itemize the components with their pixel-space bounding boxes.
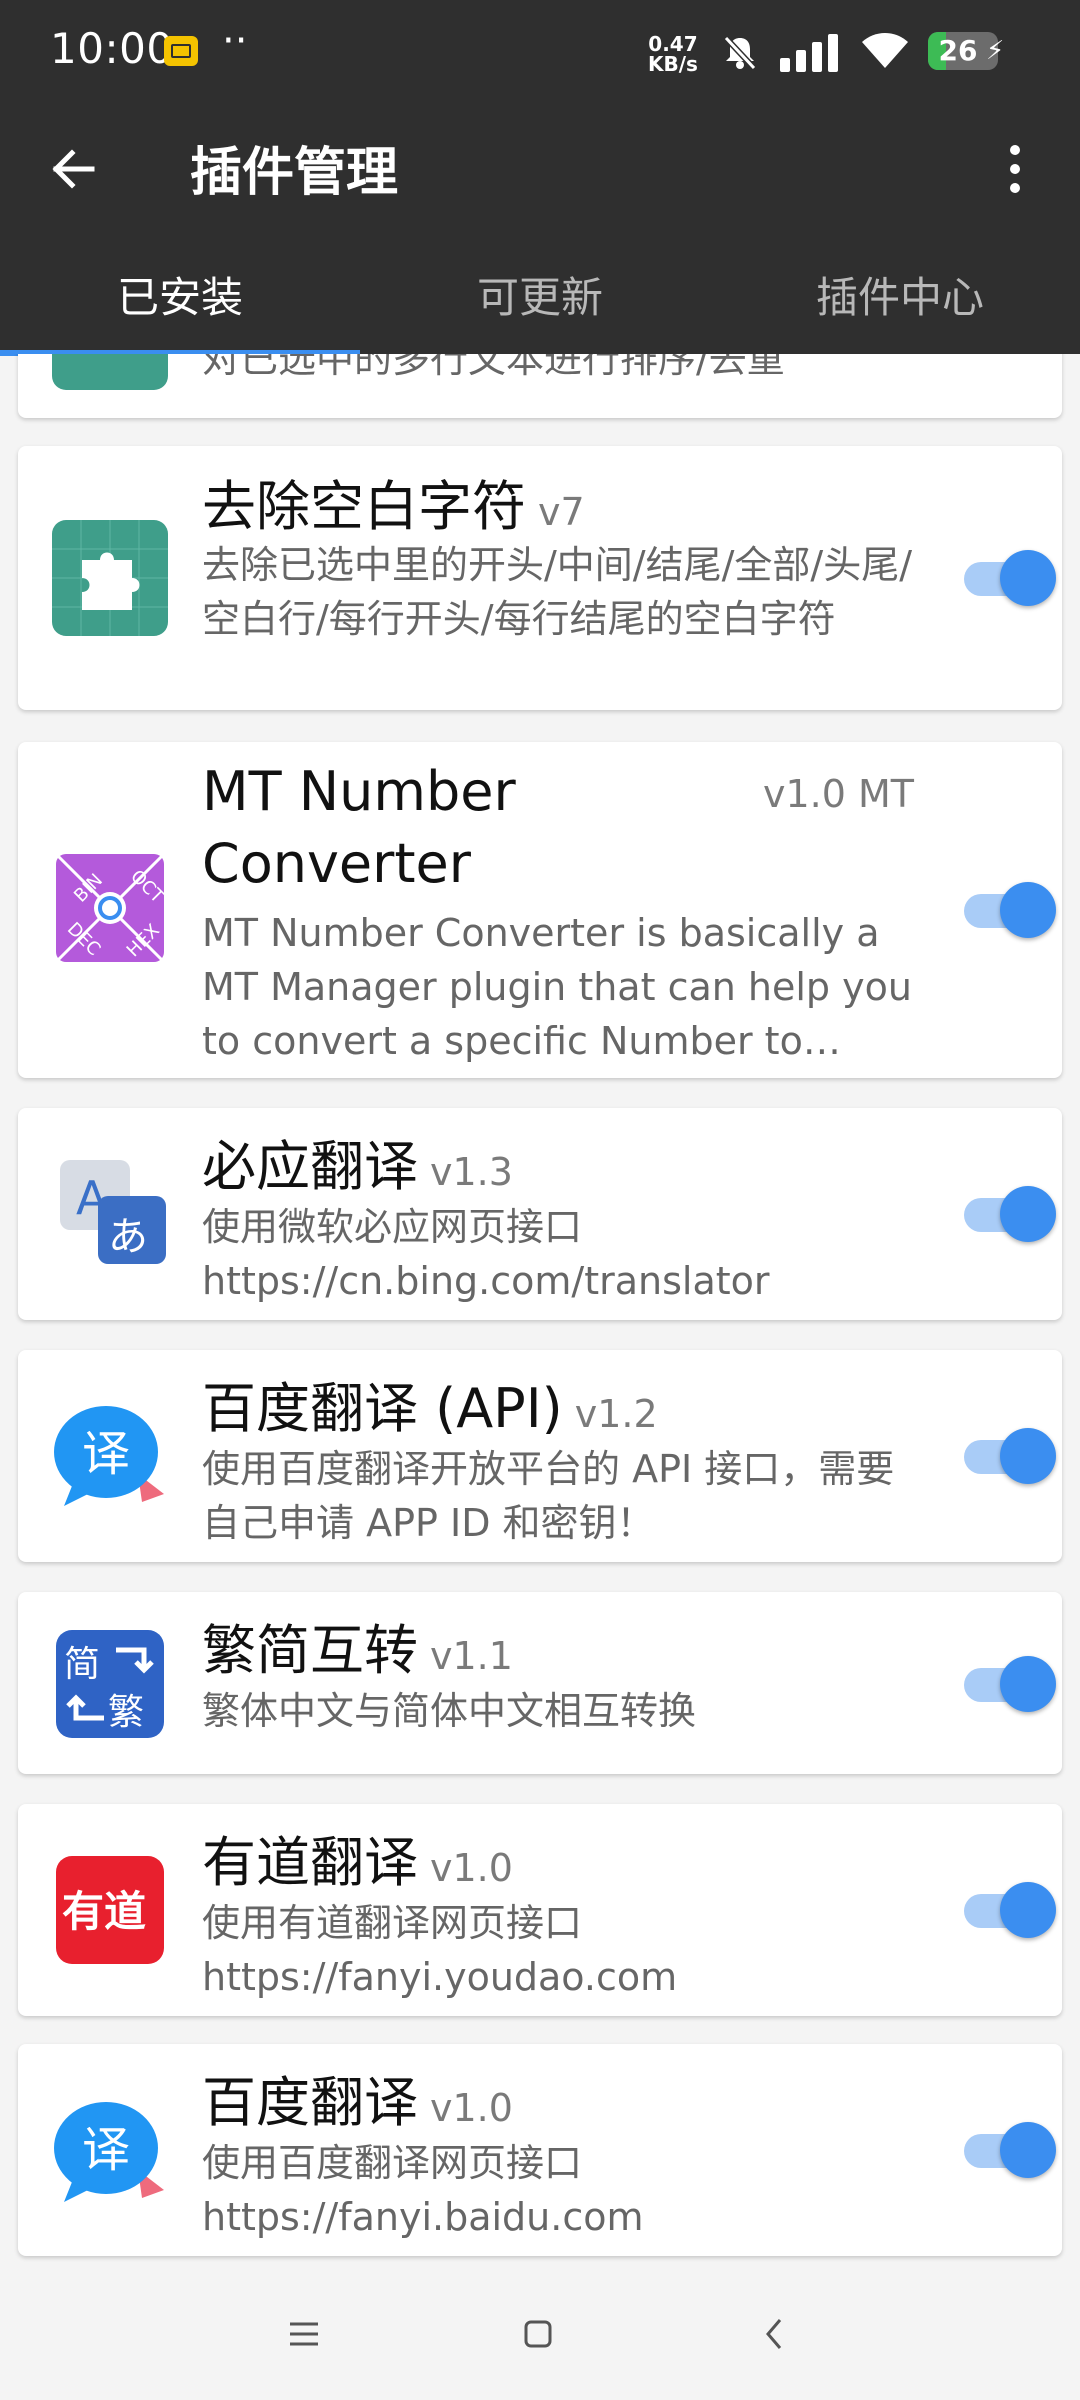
plugin-desc: 去除已选中里的开头/中间/结尾/全部/头尾/空白行/每行开头/每行结尾的空白字符 xyxy=(202,543,913,641)
svg-text:あ: あ xyxy=(108,1214,148,1260)
plugin-toggle[interactable] xyxy=(956,880,1068,940)
plugin-card-baidu-web[interactable]: 译 百度翻译 v1.0 使用百度翻译网页接口 https://fanyi.baid… xyxy=(18,2044,1062,2256)
plugin-desc: 使用百度翻译开放平台的 API 接口，需要自己申请 APP ID 和密钥！ xyxy=(202,1447,895,1545)
plugin-card-trim-whitespace[interactable]: 去除空白字符 v7 去除已选中里的开头/中间/结尾/全部/头尾/空白行/每行开头/… xyxy=(18,446,1062,710)
plugin-desc: 繁体中文与简体中文相互转换 xyxy=(202,1689,697,1733)
plugin-title: 去除空白字符 v7 xyxy=(202,475,585,538)
sim-icon xyxy=(164,36,198,66)
back-arrow-icon[interactable] xyxy=(40,134,110,204)
wifi-icon xyxy=(862,33,908,68)
traditional-simplified-icon: 简 繁 xyxy=(56,1630,164,1738)
plugin-desc: 对已选中的多行文本进行排序/去重 xyxy=(202,354,785,381)
translate-icon: A あ xyxy=(60,1160,166,1264)
menu-icon[interactable] xyxy=(274,2304,334,2364)
baidu-translate-icon: 译 xyxy=(54,1406,164,1506)
svg-text:译: 译 xyxy=(82,1426,130,1482)
plugin-card-baidu-api[interactable]: 译 百度翻译 (API) v1.2 使用百度翻译开放平台的 API 接口，需要自己… xyxy=(18,1350,1062,1562)
plugin-desc: 使用微软必应网页接口 https://cn.bing.com/translato… xyxy=(202,1205,770,1303)
tab-bar: 已安装 可更新 插件中心 xyxy=(0,254,1080,354)
tab-updatable[interactable]: 可更新 xyxy=(360,254,720,354)
plugin-version: v1.0 MT xyxy=(763,772,914,816)
plugin-card-trad-simp[interactable]: 简 繁 繁简互转 v1.1 繁体中文与简体中文相互转换 xyxy=(18,1592,1062,1774)
plugin-title: 百度翻译 v1.0 xyxy=(202,2071,513,2134)
tab-installed[interactable]: 已安装 xyxy=(0,254,360,354)
plugin-title: 有道翻译 v1.0 xyxy=(202,1831,513,1894)
status-dots: ·· xyxy=(222,18,248,64)
plugin-card-youdao[interactable]: 有道 有道翻译 v1.0 使用有道翻译网页接口 https://fanyi.you… xyxy=(18,1804,1062,2016)
plugin-toggle[interactable] xyxy=(956,1880,1068,1940)
tab-plugin-center[interactable]: 插件中心 xyxy=(720,254,1080,354)
bell-muted-icon xyxy=(723,35,757,71)
back-icon[interactable] xyxy=(744,2304,804,2364)
puzzle-icon xyxy=(52,520,168,636)
app-bar: 插件管理 已安装 可更新 插件中心 xyxy=(0,104,1080,356)
svg-text:有道: 有道 xyxy=(62,1887,146,1936)
plugin-toggle[interactable] xyxy=(956,2120,1068,2180)
plugin-card-number-converter[interactable]: BIN OCT DEC HEX MT Number Converter v1.0… xyxy=(18,742,1062,1078)
system-nav-bar xyxy=(0,2264,1080,2400)
plugin-card-sort[interactable]: 对已选中的多行文本进行排序/去重 xyxy=(18,354,1062,418)
plugin-toggle[interactable] xyxy=(956,548,1068,608)
status-time: 10:00 xyxy=(50,24,174,73)
network-speed: 0.47 KB/s xyxy=(648,32,698,76)
signal-icon xyxy=(780,34,838,72)
page-title: 插件管理 xyxy=(190,143,399,203)
plugin-title: 必应翻译 v1.3 xyxy=(202,1135,513,1198)
plugin-desc: 使用百度翻译网页接口 https://fanyi.baidu.com xyxy=(202,2141,644,2239)
svg-text:译: 译 xyxy=(82,2122,130,2178)
svg-text:繁: 繁 xyxy=(108,1692,144,1733)
plugin-list[interactable]: 对已选中的多行文本进行排序/去重 去除空白字符 v7 去除已选中里的开头/中间/结… xyxy=(0,354,1080,2264)
plugin-title: 繁简互转 v1.1 xyxy=(202,1619,513,1682)
baidu-translate-icon: 译 xyxy=(54,2102,164,2202)
status-bar: 10:00 ·· 0.47 KB/s 26 ⚡ xyxy=(0,0,1080,104)
plugin-title: MT Number Converter xyxy=(202,760,516,895)
plugin-toggle[interactable] xyxy=(956,1426,1068,1486)
puzzle-icon xyxy=(52,354,168,390)
number-converter-icon: BIN OCT DEC HEX xyxy=(54,852,168,964)
plugin-desc: MT Number Converter is basically a MT Ma… xyxy=(202,911,912,1063)
more-vertical-icon[interactable] xyxy=(990,134,1040,204)
plugin-toggle[interactable] xyxy=(956,1184,1068,1244)
plugin-toggle[interactable] xyxy=(956,1654,1068,1714)
plugin-desc: 使用有道翻译网页接口 https://fanyi.youdao.com xyxy=(202,1901,678,1999)
plugin-card-bing-translate[interactable]: A あ 必应翻译 v1.3 使用微软必应网页接口 https://cn.bing.… xyxy=(18,1108,1062,1320)
youdao-icon: 有道 xyxy=(56,1856,164,1964)
battery-icon: 26 ⚡ xyxy=(928,32,1004,70)
plugin-title: 百度翻译 (API) v1.2 xyxy=(202,1377,658,1440)
home-icon[interactable] xyxy=(508,2304,568,2364)
svg-text:简: 简 xyxy=(64,1644,100,1685)
